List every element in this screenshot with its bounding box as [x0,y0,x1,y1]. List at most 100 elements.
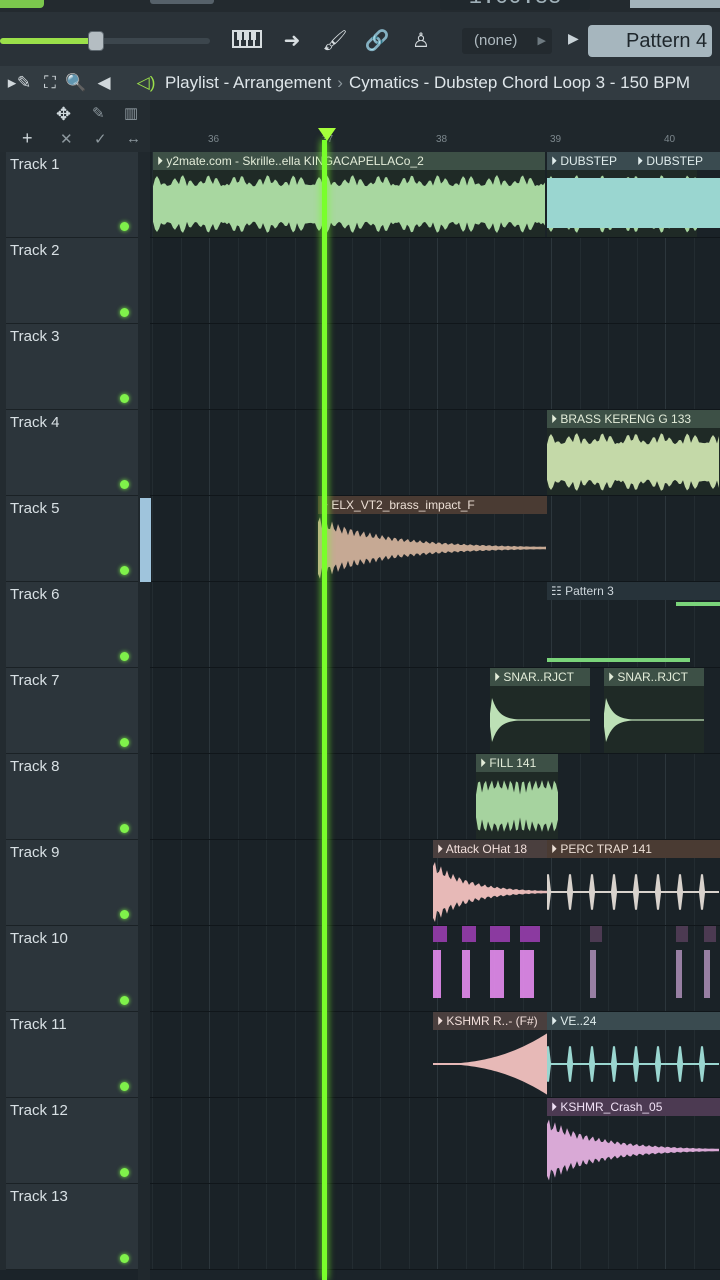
piano-roll-icon[interactable] [232,28,262,54]
grid-line [636,496,638,581]
audio-clip[interactable]: ⏵ SNAR..RJCT [604,668,704,753]
track-header[interactable]: Track 8 [0,754,138,840]
track-mute-led[interactable] [120,1168,129,1177]
track-mute-led[interactable] [120,1254,129,1263]
track-mute-led[interactable] [120,996,129,1005]
metronome-icon[interactable]: ♙ [406,28,436,54]
check-icon[interactable]: ✓ [94,130,107,148]
audio-clip[interactable]: ⏵ PERC TRAP 141 [547,840,720,925]
grid-line [351,1098,353,1183]
playlist-header: ▸ ✎ ⛶ 🔍 ◀︎ ◁) Playlist - Arrangement › Cym… [0,66,720,101]
pattern-selector-none[interactable]: (none) ▶ [462,28,552,54]
chevron-right-icon: ▶ [537,35,546,47]
link-icon[interactable]: 🔗 [362,28,392,54]
master-volume-slider[interactable] [0,31,210,51]
audio-clip[interactable]: ⏵ y2mate.com - Skrille..ella KINGACAPELL… [153,152,545,237]
resize-icon[interactable]: ↔ [126,130,141,147]
track-lane[interactable]: ⏵ KSHMR R..- (F#) ⏵ VE..24 [150,1012,720,1098]
playhead-line[interactable] [322,140,327,1280]
track-header[interactable]: Track 11 [0,1012,138,1098]
audio-clip[interactable]: ⏵ KSHMR_Crash_05 [547,1098,720,1183]
track-color-bar [0,238,6,324]
track-header[interactable]: Track 2 [0,238,138,324]
main-toolbar: 1:00:33 ➜ 🖌 🔗 ♙ (none) ▶ ▶ Pattern 4 [0,0,720,67]
clip-marker[interactable] [704,926,716,942]
track-mute-led[interactable] [120,910,129,919]
playlist-speaker-icon[interactable]: ◁) [134,70,158,96]
pattern-selector[interactable]: Pattern 4 [588,25,712,57]
track-mute-led[interactable] [120,480,129,489]
add-track-icon[interactable]: + [22,128,33,149]
track-header[interactable]: Track 7 [0,668,138,754]
track-lane[interactable]: ⏵ y2mate.com - Skrille..ella KINGACAPELL… [150,152,720,238]
audio-clip[interactable]: ⏵ DUBSTEP [633,152,720,237]
audio-clip[interactable]: ⏵ SNAR..RJCT [490,668,590,753]
grid-line [380,1098,381,1183]
track-mute-led[interactable] [120,308,129,317]
clip-marker[interactable] [590,926,602,942]
audio-clip[interactable]: ⏵ FILL 141 [476,754,558,839]
track-mute-led[interactable] [120,824,129,833]
timeline-ruler[interactable]: 36 37 38 39 40 [150,100,720,152]
track-lane[interactable]: ⏵ Attack OHat 18 ⏵ PERC TRAP 141 [150,840,720,926]
track-lane[interactable]: ⏵ KSHMR_Crash_05 [150,1098,720,1184]
track-mute-led[interactable] [120,1082,129,1091]
pattern-grid-icon[interactable]: ▥ [124,104,138,122]
audio-clip[interactable]: ⏵ KSHMR R..- (F#) [433,1012,547,1097]
pencil-icon[interactable]: ✎ [92,104,105,122]
track-mute-led[interactable] [120,222,129,231]
track-header[interactable]: Track 5 [0,496,138,582]
waveform [547,178,633,228]
toolbar-knob[interactable] [150,0,214,4]
track-lane[interactable]: ☷ Pattern 3 [150,582,720,668]
audio-clip[interactable]: ⏵ DUBSTEP [547,152,633,237]
grid-line [465,324,467,409]
clip-marker[interactable] [520,926,540,942]
master-volume-knob[interactable] [87,31,104,51]
track-header[interactable]: Track 4 [0,410,138,496]
track-lane[interactable] [150,1184,720,1270]
track-lane[interactable] [150,324,720,410]
track-mute-led[interactable] [120,652,129,661]
track-color-bar [0,496,6,582]
clip-marker[interactable] [433,926,447,942]
select-icon[interactable]: ⛶ [38,70,62,96]
track-header[interactable]: Track 10 [0,926,138,1012]
track-header[interactable]: Track 12 [0,1098,138,1184]
clip-marker[interactable] [676,926,688,942]
magnet-icon[interactable]: ✎ [12,70,36,96]
track-mute-led[interactable] [120,738,129,747]
close-icon[interactable]: ✕ [60,130,73,148]
track-header[interactable]: Track 3 [0,324,138,410]
track-mute-led[interactable] [120,394,129,403]
brush-icon[interactable]: 🖌 [320,28,350,54]
audio-clip[interactable]: ⏵ BRASS KERENG G 133 [547,410,720,495]
audio-clip[interactable]: ⏵ Attack OHat 18 [433,840,547,925]
track-lane[interactable] [150,926,720,1012]
playhead-marker[interactable] [318,128,336,141]
clip-marker[interactable] [462,926,476,942]
grid-line [237,1012,239,1097]
clip-marker[interactable] [490,926,510,942]
speaker-icon[interactable]: ◀︎ [92,70,116,96]
track-header[interactable]: Track 9 [0,840,138,926]
grid-line [152,238,153,323]
track-lane[interactable]: ⏵ BRASS KERENG G 133 [150,410,720,496]
audio-clip[interactable]: ☷ Pattern 3 [547,582,720,667]
track-lane[interactable]: ⏵ FILL 141 [150,754,720,840]
zoom-icon[interactable]: 🔍 [64,70,88,96]
track-header[interactable]: Track 1 [0,152,138,238]
track-header[interactable]: Track 13 [0,1184,138,1270]
arrow-right-icon[interactable]: ➜ [277,28,307,54]
track-header[interactable]: Track 6 [0,582,138,668]
track-mute-led[interactable] [120,566,129,575]
clip-waveform [433,950,441,998]
grid-line [180,238,182,323]
audio-clip[interactable]: ⏵ VE..24 [547,1012,720,1097]
audio-clip[interactable]: ⏵ ELX_VT2_brass_impact_F [318,496,547,581]
play-pattern-icon[interactable]: ▶ [568,30,579,47]
track-lane[interactable] [150,238,720,324]
track-lane[interactable]: ⏵ SNAR..RJCT ⏵ SNAR..RJCT [150,668,720,754]
snap-icon[interactable]: ✥ [56,104,71,125]
track-lane[interactable]: ⏵ ELX_VT2_brass_impact_F [150,496,720,582]
